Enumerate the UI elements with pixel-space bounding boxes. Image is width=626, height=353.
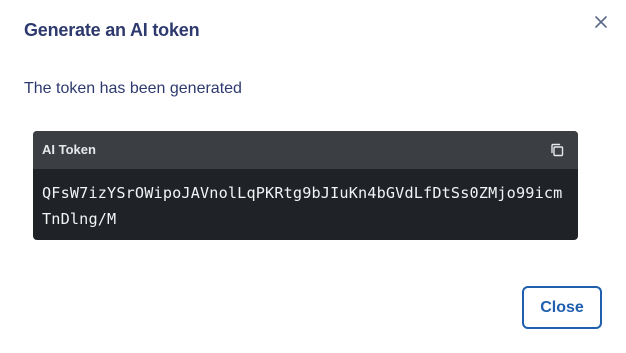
dialog-title: Generate an AI token <box>24 20 200 40</box>
status-message: The token has been generated <box>24 80 242 97</box>
close-icon[interactable] <box>592 13 610 31</box>
token-panel: AI Token QFsW7izYSrOWipoJAVnolLqPKRtg9bJ… <box>33 131 578 240</box>
generate-token-dialog: Generate an AI token The token has been … <box>0 0 626 353</box>
token-value[interactable]: QFsW7izYSrOWipoJAVnolLqPKRtg9bJIuKn4bGVd… <box>42 180 570 232</box>
copy-icon[interactable] <box>549 142 565 158</box>
close-button[interactable]: Close <box>522 286 602 329</box>
token-label: AI Token <box>42 142 96 157</box>
token-panel-header: AI Token <box>33 131 578 169</box>
